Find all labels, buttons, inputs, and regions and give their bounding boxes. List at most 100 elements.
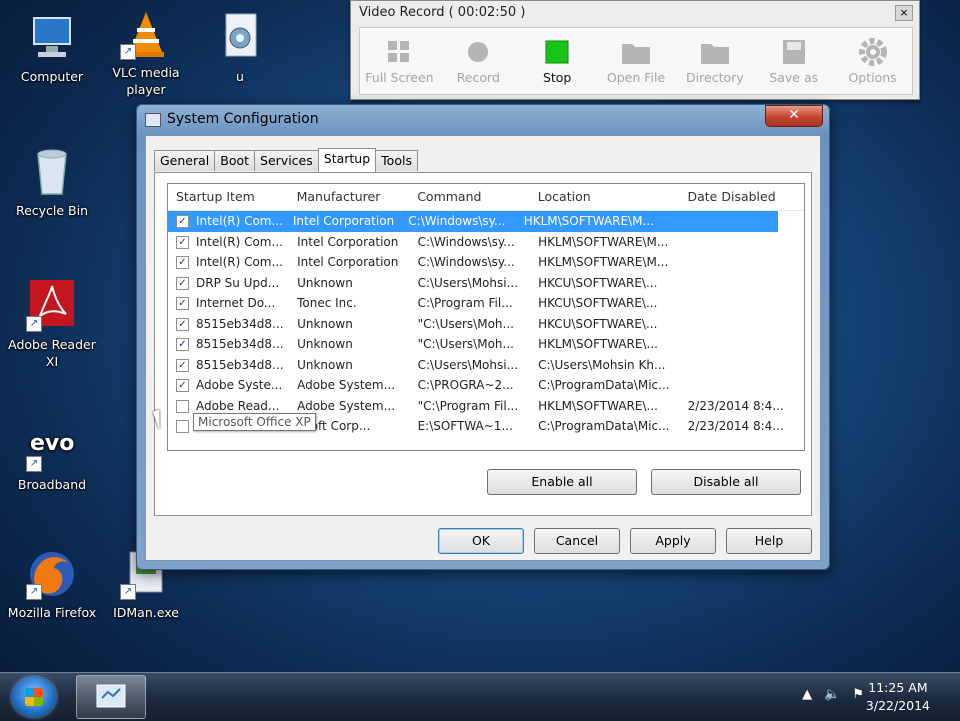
column-header-manufacturer[interactable]: Manufacturer xyxy=(289,184,410,210)
video-record-close-button[interactable]: × xyxy=(895,5,913,21)
command-cell: C:\PROGRA~2... xyxy=(417,378,514,392)
help-button[interactable]: Help xyxy=(726,528,812,554)
list-header: Startup Item Manufacturer Command Locati… xyxy=(168,184,804,211)
item-tooltip: Microsoft Office XP xyxy=(193,413,316,431)
startup-items-list[interactable]: Startup Item Manufacturer Command Locati… xyxy=(167,183,805,451)
computer-icon xyxy=(26,12,78,64)
column-header-location[interactable]: Location xyxy=(530,184,680,210)
adobe-reader-icon: ↗ xyxy=(26,280,78,332)
shortcut-arrow-icon: ↗ xyxy=(26,456,42,472)
taskbar-app-system-config[interactable] xyxy=(76,675,146,719)
windows-logo-icon xyxy=(25,688,43,706)
table-row[interactable]: ✓ Intel(R) Com... Intel Corporation C:\Wind… xyxy=(168,252,804,273)
close-button[interactable]: ✕ xyxy=(765,105,823,127)
stop-button[interactable]: Stop xyxy=(518,28,597,94)
tab-services[interactable]: Services xyxy=(254,150,319,171)
date-disabled-cell xyxy=(680,334,804,355)
system-config-app-icon xyxy=(145,113,161,127)
vlc-icon: ↗ xyxy=(120,8,172,60)
enable-all-button[interactable]: Enable all xyxy=(487,469,637,495)
desktop-icon-firefox[interactable]: ↗ Mozilla Firefox xyxy=(4,548,100,621)
date-disabled-cell xyxy=(680,273,804,294)
startup-item-checkbox[interactable]: ✓ xyxy=(176,399,189,413)
location-cell: HKCU\SOFTWARE\... xyxy=(538,296,658,310)
desktop-icon-recycle-bin[interactable]: Recycle Bin xyxy=(4,146,100,219)
button-label: Save as xyxy=(769,70,819,85)
table-row[interactable]: ✓ Intel(R) Com... Intel Corporation C:\Wind… xyxy=(168,232,804,253)
start-button[interactable] xyxy=(12,677,56,717)
startup-item-checkbox[interactable]: ✓ xyxy=(176,276,189,290)
startup-item-checkbox[interactable]: ✓ xyxy=(176,379,189,392)
clock-time: 11:25 AM xyxy=(868,680,928,695)
button-label: Directory xyxy=(686,70,744,85)
shortcut-arrow-icon: ↗ xyxy=(120,44,136,60)
save-as-button[interactable]: Save as xyxy=(754,28,833,94)
record-dot-icon xyxy=(439,38,518,66)
tab-tools[interactable]: Tools xyxy=(375,150,418,171)
save-icon xyxy=(754,38,833,66)
window-body: General Boot Services Startup Tools Star… xyxy=(145,135,821,561)
ok-button[interactable]: OK xyxy=(438,528,524,554)
speaker-icon[interactable]: 🔈 xyxy=(824,687,840,702)
disable-all-button[interactable]: Disable all xyxy=(651,469,801,495)
manufacturer-cell: Adobe System... xyxy=(297,378,396,392)
date-disabled-cell xyxy=(680,293,804,314)
desktop-icon-adobe-reader[interactable]: ↗ Adobe Reader XI xyxy=(4,280,100,370)
full-screen-button[interactable]: Full Screen xyxy=(360,28,439,94)
column-header-date-disabled[interactable]: Date Disabled xyxy=(680,184,804,210)
flag-icon[interactable]: ⚑ xyxy=(852,687,864,702)
desktop-icon-u[interactable]: u xyxy=(192,12,288,85)
table-row[interactable]: ✓ Adobe Syste... Adobe System... C:\PROGRA~… xyxy=(168,375,804,396)
table-row[interactable]: ✓ Internet Do... Tonec Inc. C:\Program Fil.… xyxy=(168,293,804,314)
table-row[interactable]: ✓ 8515eb34d8... Unknown "C:\Users\Moh... HKC… xyxy=(168,314,804,335)
taskbar: ▲ 🔈 ⚑ 11:25 AM 3/22/2014 xyxy=(0,672,960,721)
startup-item-checkbox[interactable]: ✓ xyxy=(176,338,189,351)
column-header-startup-item[interactable]: Startup Item xyxy=(168,184,289,210)
startup-item-checkbox[interactable]: ✓ xyxy=(176,317,189,331)
tab-boot[interactable]: Boot xyxy=(214,150,256,171)
clock-date: 3/22/2014 xyxy=(865,698,930,713)
button-label: Stop xyxy=(542,70,572,85)
desktop-icon-label: Mozilla Firefox xyxy=(7,605,97,620)
desktop-icon-label: Broadband xyxy=(17,477,87,492)
desktop-icon-label: Computer xyxy=(20,69,84,84)
button-label: Full Screen xyxy=(365,70,434,85)
options-button[interactable]: Options xyxy=(833,28,912,94)
column-header-command[interactable]: Command xyxy=(409,184,530,210)
desktop-icon-broadband[interactable]: evo ↗ Broadband xyxy=(4,420,100,493)
tab-startup[interactable]: Startup xyxy=(317,148,377,172)
table-row[interactable]: ✓ Intel(R) Com... Intel Corporation C:\Wind… xyxy=(168,211,778,232)
location-cell: HKLM\SOFTWARE\... xyxy=(538,398,658,413)
startup-item-checkbox[interactable]: ✓ xyxy=(176,215,189,228)
directory-button[interactable]: Directory xyxy=(675,28,754,94)
desktop-icon-label: IDMan.exe xyxy=(113,605,179,620)
desktop-icon-computer[interactable]: Computer xyxy=(4,12,100,85)
desktop-icon-vlc[interactable]: ↗ VLC media player xyxy=(98,8,194,98)
date-disabled-cell xyxy=(680,232,804,253)
manufacturer-cell: Intel Corporation xyxy=(297,234,399,249)
table-row[interactable]: ✓ 8515eb34d8... Unknown C:\Users\Mohsi... C:… xyxy=(168,355,804,376)
location-cell: HKLM\SOFTWARE\M... xyxy=(538,234,669,249)
record-button[interactable]: Record xyxy=(439,28,518,94)
grid-icon xyxy=(360,38,439,66)
date-disabled-cell: 2/23/2014 8:4... xyxy=(687,419,784,433)
cancel-button[interactable]: Cancel xyxy=(534,528,620,554)
startup-item-checkbox[interactable]: ✓ xyxy=(176,297,189,310)
tab-general[interactable]: General xyxy=(154,150,216,171)
apply-button[interactable]: Apply xyxy=(630,528,716,554)
open-file-button[interactable]: Open File xyxy=(597,28,676,94)
command-cell: C:\Windows\sy... xyxy=(417,255,515,269)
table-row[interactable]: ✓ DRP Su Upd... Unknown C:\Users\Mohsi... HK… xyxy=(168,273,804,294)
show-hidden-arrow-icon[interactable]: ▲ xyxy=(802,687,812,702)
startup-item-checkbox[interactable]: ✓ xyxy=(176,235,189,249)
tab-strip: General Boot Services Startup Tools xyxy=(154,148,418,172)
table-row[interactable]: ✓ 8515eb34d8... Unknown "C:\Users\Moh... HKL… xyxy=(168,334,804,355)
startup-item-checkbox[interactable]: ✓ xyxy=(176,256,189,269)
location-cell: C:\Users\Mohsin Kh... xyxy=(538,357,666,372)
startup-item-checkbox[interactable]: ✓ xyxy=(176,358,189,372)
button-label: Open File xyxy=(606,70,666,85)
clock[interactable]: 11:25 AM 3/22/2014 xyxy=(866,679,930,715)
desktop-icon-label: VLC media player xyxy=(112,65,180,97)
system-config-app-icon xyxy=(96,684,126,708)
startup-item-checkbox[interactable]: ✓ xyxy=(176,420,189,433)
